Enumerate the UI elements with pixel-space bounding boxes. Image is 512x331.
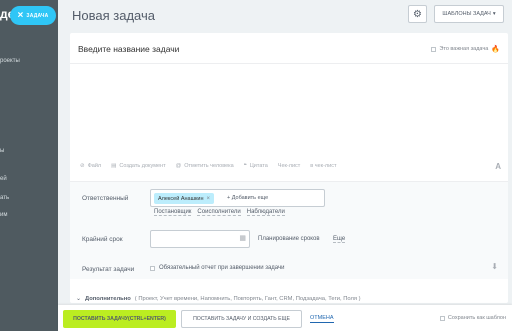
text-format-button[interactable]: A — [495, 162, 501, 171]
more-options-link[interactable]: Еще — [333, 236, 346, 243]
toolbar-quote[interactable]: ❝ Цитата — [244, 163, 268, 169]
important-checkbox[interactable] — [431, 46, 437, 52]
task-properties: Ответственный Алексей Анашкин × + Добави… — [70, 181, 508, 279]
close-icon: × — [17, 9, 24, 21]
important-task-toggle[interactable]: Это важная задача 🔥 — [431, 45, 500, 53]
background-app: де роекты ы ей ать им — [0, 0, 58, 331]
role-creator-link[interactable]: Постановщик — [154, 209, 192, 216]
templates-label: ШАБЛОНЫ ЗАДАЧ — [442, 11, 491, 17]
create-task-button[interactable]: ПОСТАВИТЬ ЗАДАЧУ(CTRL+ENTER) — [63, 310, 176, 328]
quote-icon: ❝ — [243, 163, 247, 169]
result-label: Результат задачи — [82, 266, 135, 273]
result-checkbox[interactable] — [150, 265, 155, 271]
deadline-label: Крайний срок — [82, 236, 123, 243]
save-template-label: Сохранить как шаблон — [447, 315, 506, 321]
responsible-person-chip[interactable]: Алексей Анашкин × — [154, 193, 215, 204]
pin-icon[interactable]: ⬇ — [491, 262, 498, 271]
important-label: Это важная задача — [439, 46, 489, 52]
page-title: Новая задача — [72, 8, 155, 23]
background-nav-item: ать — [0, 195, 10, 201]
toolbar-mention[interactable]: @ Отметить человека — [176, 163, 234, 169]
chevron-down-icon: ⌄ — [76, 296, 82, 302]
chevron-down-icon: ▾ — [492, 11, 496, 17]
responsible-selector[interactable]: Алексей Анашкин × + Добавить еще — [150, 189, 325, 207]
settings-button[interactable]: ⚙ — [408, 5, 427, 23]
templates-dropdown-button[interactable]: ШАБЛОНЫ ЗАДАЧ ▾ — [434, 5, 504, 23]
toolbar-create-document[interactable]: ▤ Создать документ — [111, 163, 165, 169]
background-nav-item: им — [0, 212, 8, 218]
background-nav-item: роекты — [0, 58, 20, 64]
deadline-input[interactable]: ▦ — [150, 230, 250, 248]
flame-icon: 🔥 — [491, 46, 500, 53]
additional-section[interactable]: ⌄ Дополнительно ( Проект, Учет времени, … — [76, 295, 361, 303]
role-observers-link[interactable]: Наблюдатели — [246, 209, 285, 216]
gear-icon: ⚙ — [413, 8, 422, 20]
create-and-new-button[interactable]: ПОСТАВИТЬ ЗАДАЧУ И СОЗДАТЬ ЕЩЕ — [181, 310, 302, 328]
task-slider-panel: Новая задача ⚙ ШАБЛОНЫ ЗАДАЧ ▾ Введите н… — [58, 0, 512, 331]
result-required-toggle[interactable]: Обязательный отчет при завершении задачи — [150, 265, 285, 271]
result-check-label: Обязательный отчет при завершении задачи — [159, 265, 285, 271]
calendar-icon[interactable]: ▦ — [239, 234, 246, 242]
add-person-link[interactable]: + Добавить еще — [227, 195, 268, 201]
background-nav-item: ей — [0, 176, 7, 182]
document-icon: ▤ — [111, 163, 117, 169]
person-name: Алексей Анашкин — [158, 195, 204, 202]
close-slider-label: ЗАДАЧА — [26, 12, 49, 19]
remove-person-icon[interactable]: × — [207, 196, 211, 202]
role-participants-link[interactable]: Соисполнители — [197, 209, 241, 216]
cancel-link[interactable]: ОТМЕНА — [310, 315, 334, 323]
paperclip-icon: ⊘ — [80, 163, 85, 169]
background-nav-item: ы — [0, 148, 5, 154]
additional-title: Дополнительно — [85, 295, 131, 302]
task-title-input[interactable]: Введите название задачи — [78, 44, 179, 54]
divider — [70, 63, 508, 64]
at-icon: @ — [175, 163, 182, 169]
planning-link[interactable]: Планирование сроков — [258, 236, 320, 242]
save-as-template-toggle[interactable]: Сохранить как шаблон — [439, 315, 506, 321]
toolbar-checklist[interactable]: Чек-лист — [278, 163, 301, 169]
toolbar-file[interactable]: ⊘ Файл — [80, 163, 101, 169]
toolbar-to-checklist[interactable]: в чек-лист — [310, 163, 336, 169]
role-links: Постановщик Соисполнители Наблюдатели — [154, 209, 285, 216]
close-slider-button[interactable]: × ЗАДАЧА — [10, 6, 56, 25]
additional-items: ( Проект, Учет времени, Напомнить, Повто… — [134, 295, 361, 302]
footer-bar: ПОСТАВИТЬ ЗАДАЧУ(CTRL+ENTER) ПОСТАВИТЬ З… — [58, 305, 512, 331]
save-template-checkbox[interactable] — [439, 315, 445, 321]
editor-toolbar: ⊘ Файл ▤ Создать документ @ Отметить челове… — [80, 163, 336, 169]
task-form-card: Введите название задачи Это важная задач… — [70, 33, 508, 303]
responsible-label: Ответственный — [82, 195, 129, 202]
